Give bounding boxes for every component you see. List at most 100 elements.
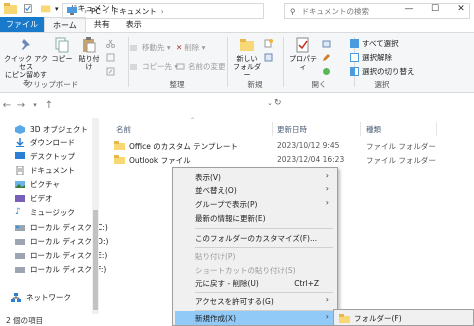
column-header-type[interactable]: 種類 <box>366 122 381 136</box>
address-dropdown-icon[interactable]: ⌄ <box>267 99 273 107</box>
nav-item-pictures[interactable]: ピクチャ <box>15 177 60 192</box>
new-item-button[interactable] <box>264 39 276 48</box>
menu-item-give-access[interactable]: アクセスを許可する(G) <box>195 295 274 308</box>
menu-label: 元に戻す - 削除(U) <box>195 279 259 288</box>
menu-item-group-by[interactable]: グループで表示(P) <box>195 198 257 211</box>
ribbon-tabs: ファイル ホーム 共有 表示 <box>0 17 474 33</box>
history-button[interactable] <box>322 67 334 76</box>
nav-item-downloads[interactable]: ダウンロード <box>15 135 75 150</box>
select-group: 選択 <box>354 35 410 91</box>
column-divider[interactable] <box>360 122 361 136</box>
tab-view[interactable]: 表示 <box>118 17 150 32</box>
folder-icon <box>114 141 125 150</box>
nav-label: デスクトップ <box>30 152 75 161</box>
file-type: ファイル フォルダー <box>366 142 436 151</box>
cut-button[interactable] <box>106 39 118 48</box>
copy-path-button[interactable] <box>106 53 118 62</box>
properties-icon <box>296 37 309 53</box>
back-arrow-icon[interactable]: ← <box>0 100 14 111</box>
menu-item-paste[interactable]: 貼り付け(P) <box>195 250 235 263</box>
properties-label: プロパティ <box>289 55 317 71</box>
new-group-label: 新規 <box>247 80 263 89</box>
refresh-icon[interactable]: ↻ <box>274 98 282 108</box>
forward-arrow-icon[interactable]: → <box>14 100 28 111</box>
nav-pane-scrollbar[interactable] <box>92 118 99 314</box>
network-icon <box>11 293 21 302</box>
nav-item-network[interactable]: ネットワーク <box>11 290 71 305</box>
menu-label: 貼り付け(P) <box>195 252 236 261</box>
menu-label: 新規作成(X) <box>195 314 236 323</box>
copy-button[interactable]: コピー <box>50 37 74 63</box>
open-group: プロパティ 開く <box>284 35 354 91</box>
nav-pane-scrollbar-thumb[interactable] <box>93 210 98 310</box>
download-icon <box>16 138 24 147</box>
file-date: 2023/12/04 16:23 <box>277 155 345 164</box>
menu-item-view[interactable]: 表示(V) <box>195 171 221 184</box>
3d-objects-icon <box>15 125 25 134</box>
nav-item-desktop[interactable]: デスクトップ <box>15 149 75 164</box>
tab-home[interactable]: ホーム <box>44 17 86 32</box>
paste-label: 貼り付け <box>78 55 100 71</box>
menu-item-sort[interactable]: 並べ替え(O) <box>195 184 237 197</box>
column-divider[interactable] <box>436 122 437 136</box>
breadcrumb-separator-icon[interactable]: › <box>161 7 164 16</box>
nav-item-documents[interactable]: ドキュメント <box>15 163 75 178</box>
menu-separator <box>195 247 333 248</box>
breadcrumb-separator-icon: › <box>84 6 87 16</box>
search-placeholder: ドキュメントの検索 <box>301 6 370 16</box>
column-divider[interactable] <box>272 122 273 136</box>
select-group-label: 選択 <box>374 80 390 89</box>
nav-label: ドキュメント <box>30 166 75 175</box>
new-folder-label-1: 新しい <box>236 55 258 63</box>
pin-icon <box>22 39 30 50</box>
new-folder-button[interactable]: 新しい フォルダー <box>232 37 262 79</box>
paste-shortcut-button[interactable] <box>106 67 118 76</box>
nav-item-music[interactable]: ♪ ミュージック <box>15 205 75 220</box>
edit-button[interactable] <box>322 53 334 62</box>
breadcrumb-documents[interactable]: ドキュメント <box>112 6 157 17</box>
file-row[interactable]: Outlook ファイル 2023/12/04 16:23 ファイル フォルダー <box>114 154 474 167</box>
organize-group: 整理 <box>128 35 226 91</box>
up-arrow-icon[interactable]: ↑ <box>42 100 56 111</box>
document-icon <box>16 166 24 175</box>
nav-label: 3D オブジェクト <box>30 125 88 134</box>
search-box[interactable]: ⚲ ドキュメントの検索 <box>284 3 470 19</box>
menu-separator <box>195 292 333 293</box>
navigation-bar: ← → ▾ ↑ <box>0 94 474 116</box>
easy-access-icon <box>264 53 273 62</box>
quick-access-dropdown-icon[interactable]: ▾ <box>55 5 59 13</box>
folder-app-icon <box>4 3 17 14</box>
pictures-icon <box>15 181 25 188</box>
properties-button[interactable]: プロパティ <box>286 37 320 71</box>
column-header-name[interactable]: 名前 <box>116 122 131 136</box>
tab-share[interactable]: 共有 <box>86 17 118 32</box>
organize-group-label: 整理 <box>169 80 185 89</box>
item-count: 2 個の項目 <box>6 315 44 325</box>
menu-item-refresh[interactable]: 最新の情報に更新(E) <box>195 212 266 225</box>
properties-check-icon[interactable] <box>24 3 34 14</box>
desktop-icon <box>15 152 25 159</box>
breadcrumb-pc[interactable]: PC <box>91 7 101 16</box>
new-submenu: フォルダー(F) <box>333 309 474 326</box>
new-folder-quick-icon[interactable] <box>41 3 52 14</box>
breadcrumb-separator-icon: › <box>104 6 108 16</box>
menu-item-undo-delete[interactable]: 元に戻す - 削除(U) <box>195 277 259 290</box>
recent-dropdown-icon[interactable]: ▾ <box>28 101 42 109</box>
file-row[interactable]: Office のカスタム テンプレート 2023/10/12 9:45 ファイル… <box>114 140 474 153</box>
nav-item-videos[interactable]: ビデオ <box>15 191 53 206</box>
nav-label: ビデオ <box>30 194 53 203</box>
easy-access-button[interactable] <box>264 53 276 62</box>
column-header-date[interactable]: 更新日時 <box>277 122 307 136</box>
menu-item-customize-folder[interactable]: このフォルダーのカスタマイズ(F)... <box>195 232 317 245</box>
menu-item-paste-shortcut[interactable]: ショートカットの貼り付け(S) <box>195 264 296 277</box>
copy-path-icon <box>106 53 115 62</box>
folder-icon <box>339 314 350 323</box>
paste-button[interactable]: 貼り付け <box>76 37 102 71</box>
menu-label: ショートカットの貼り付け(S) <box>195 266 296 275</box>
tab-file[interactable]: ファイル <box>0 17 44 32</box>
menu-label: アクセスを許可する(G) <box>195 297 274 306</box>
open-button[interactable] <box>322 39 334 48</box>
menu-item-new[interactable]: 新規作成(X) <box>195 312 236 325</box>
address-bar[interactable]: › PC › ドキュメント › <box>62 3 264 19</box>
submenu-item-folder[interactable]: フォルダー(F) <box>354 313 402 324</box>
